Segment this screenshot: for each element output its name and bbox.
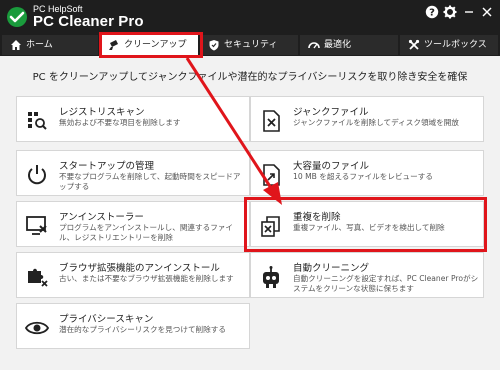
uninstall-icon: [26, 216, 47, 235]
page-headline: PC をクリーンアップしてジャンクファイルや潜在的なプライバシーリスクを取り除き…: [32, 72, 468, 83]
app-title: PC Cleaner Pro: [33, 13, 144, 30]
card-junk-title: ジャンクファイル: [293, 107, 369, 118]
card-uninstaller[interactable]: アンインストーラー プログラムをアンインストールし、関連するファイル、レジストリ…: [16, 201, 250, 247]
card-startup-manager[interactable]: スタートアップの管理 不要なプログラムを削除して、起動時間をスピードアップする: [16, 150, 250, 196]
tab-optimize[interactable]: 最適化: [300, 35, 398, 55]
gear-icon[interactable]: [443, 5, 457, 19]
main-tabs: ホーム クリーンアップ セキュリティ 最適化 ツールボックス: [0, 34, 500, 56]
card-uninstaller-desc: プログラムをアンインストールし、関連するファイル、レジストリエントリーを削除: [59, 223, 233, 242]
tab-home-label: ホーム: [26, 40, 53, 50]
card-large-files-title: 大容量のファイル: [293, 161, 370, 172]
speedometer-icon: [308, 42, 320, 49]
card-auto-clean-desc: 自動クリーニングを設定すれば、PC Cleaner Proがシステムをクリーンな…: [293, 274, 479, 293]
card-junk-files[interactable]: ジャンクファイル ジャンクファイルを削除してディスク領域を開放: [250, 96, 484, 142]
tab-security[interactable]: セキュリティ: [200, 35, 298, 55]
card-privacy-scan[interactable]: プライバシースキャン 潜在的なプライバシーリスクを見つけて削除する: [16, 303, 250, 349]
puzzle-icon: [28, 268, 48, 287]
card-junk-desc: ジャンクファイルを削除してディスク領域を開放: [293, 118, 459, 127]
tab-toolbox[interactable]: ツールボックス: [400, 35, 498, 55]
power-icon: [28, 165, 46, 185]
card-auto-cleaning[interactable]: 自動クリーニング 自動クリーニングを設定すれば、PC Cleaner Proがシ…: [250, 252, 484, 298]
card-registry-title: レジストリスキャン: [59, 107, 145, 118]
tab-optimize-label: 最適化: [324, 40, 352, 50]
card-large-files-desc: 10 MB を超えるファイルをレビューする: [293, 172, 433, 181]
home-icon: [11, 40, 21, 50]
app-logo-icon: [7, 7, 27, 27]
shield-icon: [209, 40, 219, 51]
eye-icon: [25, 321, 49, 335]
card-privacy-desc: 潜在的なプライバシーリスクを見つけて削除する: [59, 325, 226, 334]
junk-file-icon: [263, 110, 280, 132]
duplicates-highlight-box: [244, 197, 487, 252]
tab-toolbox-label: ツールボックス: [424, 40, 487, 50]
tab-home[interactable]: ホーム: [2, 35, 98, 55]
cleanup-tab-highlight-box: [99, 32, 203, 58]
card-registry-desc: 無効および不要な項目を削除します: [59, 118, 181, 127]
card-browser-ext-title: ブラウザ拡張機能のアンインストール: [59, 263, 220, 274]
card-auto-clean-title: 自動クリーニング: [293, 263, 370, 274]
card-privacy-title: プライバシースキャン: [59, 314, 154, 325]
card-startup-desc: 不要なプログラムを削除して、起動時間をスピードアップする: [59, 172, 241, 191]
minimize-icon[interactable]: [462, 5, 476, 19]
card-browser-extensions[interactable]: ブラウザ拡張機能のアンインストール 古い、または不要なブラウザ拡張機能を削除しま…: [16, 252, 250, 298]
title-bar: PC HelpSoft PC Cleaner Pro ?: [0, 0, 500, 34]
large-file-icon: [263, 164, 280, 186]
card-large-files[interactable]: 大容量のファイル 10 MB を超えるファイルをレビューする: [250, 150, 484, 196]
wrench-icon: [408, 39, 420, 50]
card-uninstaller-title: アンインストーラー: [59, 212, 144, 223]
svg-text:?: ?: [429, 8, 435, 19]
help-icon[interactable]: ?: [425, 5, 439, 19]
card-browser-ext-desc: 古い、または不要なブラウザ拡張機能を削除します: [59, 274, 234, 283]
card-startup-title: スタートアップの管理: [59, 161, 155, 172]
tab-security-label: セキュリティ: [224, 40, 278, 50]
auto-clean-icon: [263, 266, 279, 288]
close-icon[interactable]: [480, 5, 494, 19]
card-registry-scan[interactable]: レジストリスキャン 無効および不要な項目を削除します: [16, 96, 250, 142]
cleanup-panel: PC をクリーンアップしてジャンクファイルや潜在的なプライバシーリスクを取り除き…: [0, 56, 500, 370]
registry-scan-icon: [28, 112, 47, 130]
app-window: PC HelpSoft PC Cleaner Pro ? ホーム クリーンアップ…: [0, 0, 500, 370]
